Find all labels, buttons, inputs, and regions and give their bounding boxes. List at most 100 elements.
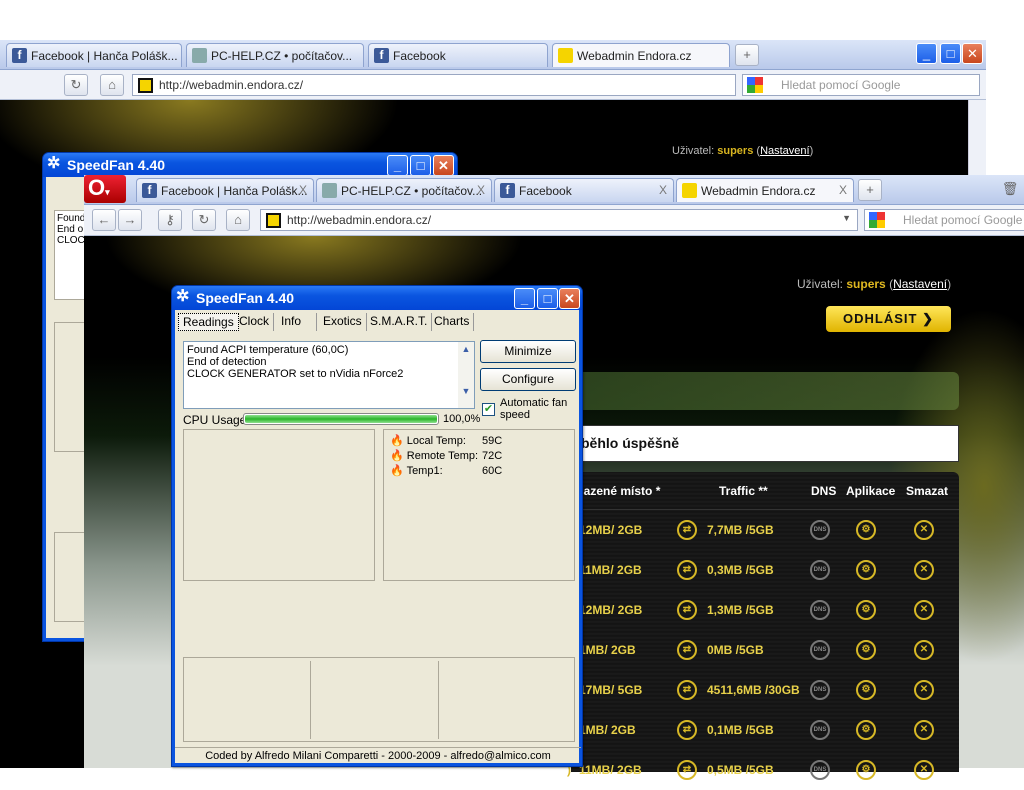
key-icon[interactable]: ⚷ (158, 209, 182, 231)
home-icon[interactable]: ⌂ (100, 74, 124, 96)
dns-icon[interactable]: DNS (810, 640, 830, 660)
user-name: supers (717, 145, 754, 157)
back-tab-2[interactable]: PC-HELP.CZ • počítačov... (186, 43, 364, 67)
temp-value: 72C (482, 450, 503, 462)
front-tab-2[interactable]: PC-HELP.CZ • počítačov... X (316, 178, 492, 202)
table-row: ) 11MB/ 2GB ⇄ 0,5MB /5GB DNS ⚙ ✕ (567, 750, 959, 790)
front-url-field[interactable]: http://webadmin.endora.cz/ ▼ (260, 209, 858, 231)
close-tab-icon[interactable]: X (299, 183, 307, 197)
configure-button[interactable]: Configure (480, 368, 576, 391)
delete-icon[interactable]: ✕ (914, 720, 934, 740)
back-url-field[interactable]: http://webadmin.endora.cz/ (132, 74, 736, 96)
dns-icon[interactable]: DNS (810, 680, 830, 700)
new-tab-button[interactable]: + (735, 44, 759, 66)
maximize-button[interactable]: □ (410, 155, 431, 176)
back-tab-1[interactable]: f Facebook | Hanča Polášk... (6, 43, 182, 67)
space-value: 11MB/ 2GB (579, 763, 642, 777)
logout-button[interactable]: ODHLÁSIT ❯ (826, 306, 951, 332)
voltage-panel (183, 657, 575, 742)
tab-charts[interactable]: Charts (430, 313, 475, 331)
gear-icon[interactable]: ⚙ (856, 720, 876, 740)
gear-icon[interactable]: ⚙ (856, 640, 876, 660)
tab-readings[interactable]: Readings (178, 313, 239, 331)
front-search-field[interactable]: Hledat pomocí Google (864, 209, 1024, 231)
minimize-button[interactable]: _ (916, 43, 937, 64)
log-scrollbar[interactable]: ▲ ▼ (458, 342, 474, 408)
back-tab-bar: f Facebook | Hanča Polášk... PC-HELP.CZ •… (0, 40, 986, 70)
divider (438, 661, 439, 739)
dns-icon[interactable]: DNS (810, 520, 830, 540)
back-arrow-icon[interactable]: ← (92, 209, 116, 231)
tab-label: PC-HELP.CZ • počítačov... (211, 49, 353, 63)
gear-icon[interactable]: ⚙ (856, 680, 876, 700)
dropdown-arrow-icon[interactable]: ▼ (842, 213, 851, 223)
new-tab-button[interactable]: + (858, 179, 882, 201)
traffic-value: 0,1MB /5GB (707, 723, 774, 737)
tab-exotics[interactable]: Exotics (319, 313, 367, 331)
minimize-speedfan-button[interactable]: Minimize (480, 340, 576, 363)
minimize-button[interactable]: _ (387, 155, 408, 176)
dns-icon[interactable]: DNS (810, 600, 830, 620)
traffic-value: 1,3MB /5GB (707, 603, 774, 617)
delete-icon[interactable]: ✕ (914, 640, 934, 660)
traffic-icon: ⇄ (677, 520, 697, 540)
opera-menu-button[interactable]: O▾ (84, 175, 126, 203)
trash-icon[interactable]: 🗑 (998, 179, 1022, 201)
close-tab-icon[interactable]: X (477, 183, 485, 197)
front-tab-1[interactable]: f Facebook | Hanča Polášk... X (136, 178, 314, 202)
delete-icon[interactable]: ✕ (914, 520, 934, 540)
tab-smart[interactable]: S.M.A.R.T. (366, 313, 433, 331)
gear-icon[interactable]: ⚙ (856, 520, 876, 540)
settings-link[interactable]: Nastavení (893, 277, 947, 291)
tab-label: Facebook | Hanča Polášk... (31, 49, 178, 63)
delete-icon[interactable]: ✕ (914, 600, 934, 620)
back-tab-3[interactable]: f Facebook (368, 43, 548, 67)
delete-icon[interactable]: ✕ (914, 560, 934, 580)
flame-icon: 🔥 (390, 450, 404, 462)
close-button[interactable]: ✕ (962, 43, 983, 64)
temp-label: Temp1: (406, 465, 443, 477)
maximize-button[interactable]: □ (940, 43, 961, 64)
minimize-button[interactable]: _ (514, 288, 535, 309)
delete-icon[interactable]: ✕ (914, 680, 934, 700)
space-value: 17MB/ 5GB (579, 683, 643, 697)
back-user-info: Uživatel: supers (Nastavení) (672, 145, 814, 157)
table-row: ) 12MB/ 2GB ⇄ 7,7MB /5GB DNS ⚙ ✕ (567, 510, 959, 550)
window-title: SpeedFan 4.40 (196, 290, 295, 306)
forward-arrow-icon[interactable]: → (118, 209, 142, 231)
front-tab-3[interactable]: f Facebook X (494, 178, 674, 202)
auto-fan-checkbox[interactable]: ✔ (482, 403, 495, 416)
temp-value: 60C (482, 465, 503, 477)
space-value: 12MB/ 2GB (579, 603, 643, 617)
dns-icon[interactable]: DNS (810, 720, 830, 740)
close-button[interactable]: ✕ (559, 288, 580, 309)
reload-icon[interactable]: ↻ (192, 209, 216, 231)
maximize-button[interactable]: □ (537, 288, 558, 309)
tab-clock[interactable]: Clock (235, 313, 275, 331)
table-row: ) 12MB/ 2GB ⇄ 1,3MB /5GB DNS ⚙ ✕ (567, 590, 959, 630)
gear-icon[interactable]: ⚙ (856, 600, 876, 620)
traffic-value: 0,5MB /5GB (707, 763, 774, 777)
dns-icon[interactable]: DNS (810, 560, 830, 580)
reload-icon[interactable]: ↻ (64, 74, 88, 96)
front-tab-4[interactable]: Webadmin Endora.cz X (676, 178, 854, 202)
close-tab-icon[interactable]: X (839, 183, 847, 197)
home-icon[interactable]: ⌂ (226, 209, 250, 231)
success-message-box: běhlo úspěšně (564, 425, 959, 462)
traffic-icon: ⇄ (677, 720, 697, 740)
close-tab-icon[interactable]: X (659, 183, 667, 197)
search-placeholder: Hledat pomocí Google (781, 78, 901, 92)
delete-icon[interactable]: ✕ (914, 760, 934, 780)
settings-link[interactable]: Nastavení (760, 145, 810, 157)
gear-icon[interactable]: ⚙ (856, 560, 876, 580)
tab-label: Webadmin Endora.cz (577, 49, 692, 63)
space-value: 11MB/ 2GB (579, 563, 642, 577)
back-search-field[interactable]: Hledat pomocí Google (742, 74, 980, 96)
back-tab-4[interactable]: Webadmin Endora.cz (552, 43, 730, 67)
close-button[interactable]: ✕ (433, 155, 454, 176)
tab-info[interactable]: Info (277, 313, 317, 331)
facebook-icon: f (12, 48, 27, 63)
search-placeholder: Hledat pomocí Google (903, 213, 1023, 227)
gear-icon[interactable]: ⚙ (856, 760, 876, 780)
dns-icon[interactable]: DNS (810, 760, 830, 780)
